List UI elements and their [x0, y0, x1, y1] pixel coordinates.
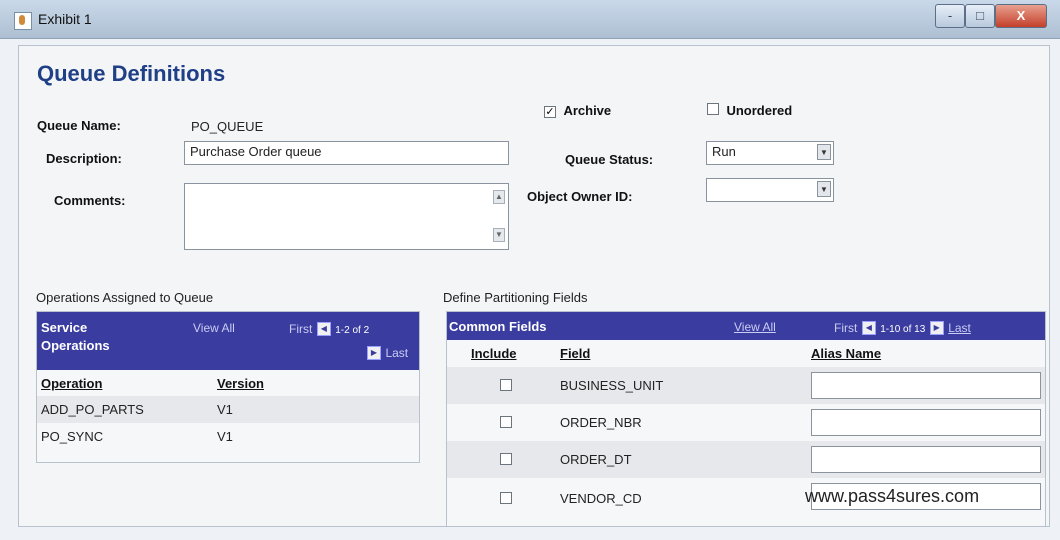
last-link[interactable]: Last — [948, 321, 971, 335]
partition-grid-title: Common Fields — [449, 319, 547, 334]
description-label: Description: — [46, 151, 122, 166]
operations-grid-title-1: Service — [41, 320, 88, 335]
alias-field[interactable] — [811, 372, 1041, 399]
page-title: Queue Definitions — [37, 61, 226, 86]
archive-checkbox[interactable]: ✓ — [544, 106, 556, 118]
table-row: ORDER_NBR — [447, 404, 1045, 441]
table-row: BUSINESS_UNIT — [447, 367, 1045, 404]
alias-field[interactable] — [811, 446, 1041, 473]
version-cell: V1 — [217, 429, 233, 444]
title-bar: Exhibit 1 - □ X — [0, 0, 1060, 39]
first-link[interactable]: First — [289, 322, 312, 336]
description-field[interactable]: Purchase Order queue — [184, 141, 509, 165]
col-include[interactable]: Include — [471, 346, 517, 361]
field-cell: ORDER_DT — [560, 452, 632, 467]
maximize-button[interactable]: □ — [965, 4, 995, 28]
object-owner-select[interactable]: ▼ — [706, 178, 834, 202]
next-arrow-icon[interactable]: ▶ — [929, 320, 944, 335]
partition-grid-header: Common Fields View All First ◀ 1-10 of 1… — [447, 312, 1045, 340]
first-link[interactable]: First — [834, 321, 857, 335]
comments-field[interactable]: ▲ ▼ — [184, 183, 509, 250]
queue-status-label: Queue Status: — [565, 152, 654, 167]
minimize-button[interactable]: - — [935, 4, 965, 28]
comments-label: Comments: — [54, 193, 126, 208]
view-all-link[interactable]: View All — [734, 320, 776, 334]
object-owner-label: Object Owner ID: — [527, 189, 633, 204]
field-cell: VENDOR_CD — [560, 491, 642, 506]
last-nav[interactable]: ▶ Last — [367, 344, 408, 362]
archive-label: Archive — [563, 103, 612, 118]
close-button[interactable]: X — [995, 4, 1047, 28]
col-field[interactable]: Field — [560, 346, 590, 361]
pagination-nav[interactable]: First ◀ 1-10 of 13 ▶ Last — [834, 319, 971, 337]
unordered-label: Unordered — [726, 103, 793, 118]
next-arrow-icon[interactable]: ▶ — [367, 345, 381, 360]
queue-name-value: PO_QUEUE — [191, 119, 264, 134]
watermark-text: www.pass4sures.com — [805, 486, 980, 506]
dropdown-arrow-icon[interactable]: ▼ — [817, 181, 831, 197]
dropdown-arrow-icon[interactable]: ▼ — [817, 144, 831, 160]
partition-section-title: Define Partitioning Fields — [443, 290, 588, 305]
operations-section-title: Operations Assigned to Queue — [36, 290, 214, 305]
operations-grid-header: Service Operations View All First ◀ 1-2 … — [37, 312, 419, 370]
operations-grid: Service Operations View All First ◀ 1-2 … — [36, 311, 420, 463]
row-range: 1-10 of 13 — [880, 324, 926, 335]
unordered-option[interactable]: Unordered — [707, 102, 792, 120]
operation-cell: PO_SYNC — [41, 429, 104, 444]
operation-cell: ADD_PO_PARTS — [41, 402, 144, 417]
version-cell: V1 — [217, 402, 233, 417]
field-cell: BUSINESS_UNIT — [560, 378, 664, 393]
queue-status-select[interactable]: Run ▼ — [706, 141, 834, 165]
table-row: ADD_PO_PARTS V1 — [37, 396, 419, 423]
row-range: 1-2 of 2 — [335, 325, 370, 336]
prev-arrow-icon[interactable]: ◀ — [316, 321, 331, 336]
alias-field[interactable] — [811, 409, 1041, 436]
window-title: Exhibit 1 — [38, 11, 92, 27]
col-operation[interactable]: Operation — [41, 376, 102, 391]
unordered-checkbox[interactable] — [707, 103, 719, 115]
java-app-icon — [14, 12, 32, 30]
include-checkbox[interactable] — [500, 416, 512, 428]
include-checkbox[interactable] — [500, 492, 512, 504]
archive-option[interactable]: ✓ Archive — [544, 102, 611, 120]
table-row: PO_SYNC V1 — [37, 423, 419, 450]
include-checkbox[interactable] — [500, 379, 512, 391]
first-nav[interactable]: First ◀ 1-2 of 2 — [289, 320, 369, 338]
queue-name-label: Queue Name: — [37, 118, 121, 133]
scroll-up-icon[interactable]: ▲ — [493, 190, 505, 204]
content-panel: Queue Definitions Queue Name: PO_QUEUE D… — [18, 45, 1050, 527]
prev-arrow-icon[interactable]: ◀ — [861, 320, 876, 335]
col-alias[interactable]: Alias Name — [811, 346, 881, 361]
last-link[interactable]: Last — [385, 346, 408, 360]
view-all-link[interactable]: View All — [193, 321, 235, 335]
queue-status-value: Run — [712, 144, 736, 159]
scroll-down-icon[interactable]: ▼ — [493, 228, 505, 242]
field-cell: ORDER_NBR — [560, 415, 642, 430]
include-checkbox[interactable] — [500, 453, 512, 465]
window: Exhibit 1 - □ X Queue Definitions Queue … — [0, 0, 1060, 540]
operations-grid-title-2: Operations — [41, 338, 110, 353]
table-row: ORDER_DT — [447, 441, 1045, 478]
col-version[interactable]: Version — [217, 376, 264, 391]
